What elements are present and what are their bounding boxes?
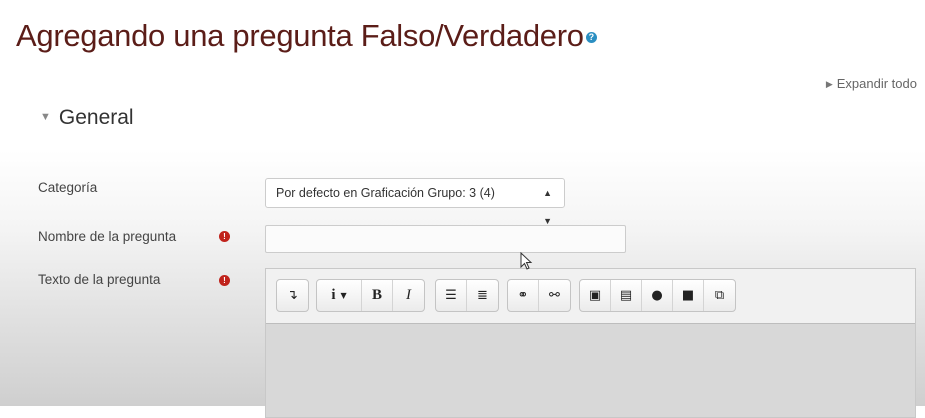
question-name-input[interactable] (265, 225, 626, 253)
required-icon: ! (219, 231, 230, 242)
image-icon[interactable]: ▣ (580, 280, 611, 311)
required-icon: ! (219, 275, 230, 286)
mouse-pointer-icon (520, 252, 533, 270)
media-icon[interactable]: ▤ (611, 280, 642, 311)
manage-files-icon[interactable]: ⧉ (704, 280, 735, 311)
category-label: Categoría (38, 180, 98, 195)
section-header-general[interactable]: ▼ General (40, 106, 134, 130)
help-icon[interactable]: ? (585, 32, 597, 44)
chevron-down-icon: ▼ (40, 111, 51, 123)
italic-icon[interactable]: I (393, 280, 424, 311)
question-text-label: Texto de la pregunta (38, 272, 161, 287)
info-dropdown-icon[interactable]: i ▼ (317, 280, 362, 311)
expand-all-link[interactable]: ▶ Expandir todo (826, 76, 917, 91)
category-selected-value: Por defecto en Graficación Grupo: 3 (4) (276, 186, 495, 200)
toolbar-group-collapse: ↴ (276, 279, 309, 312)
link-icon[interactable]: ⚭ (508, 280, 539, 311)
bold-icon[interactable]: B (362, 280, 393, 311)
collapse-icon[interactable]: ↴ (277, 280, 308, 311)
toolbar-group-links: ⚭ ⚯ (507, 279, 571, 312)
toolbar-group-lists: ☰ ≣ (435, 279, 499, 312)
page-title: Agregando una pregunta Falso/Verdadero? (16, 18, 597, 54)
question-text-editor[interactable]: ↴ i ▼ B I ☰ ≣ ⚭ ⚯ ▣ ▤ ● ■ ⧉ (265, 268, 916, 418)
category-select[interactable]: Por defecto en Graficación Grupo: 3 (4) ▲… (265, 178, 565, 226)
triangle-right-icon: ▶ (825, 79, 833, 89)
ordered-list-icon[interactable]: ≣ (467, 280, 498, 311)
unlink-icon[interactable]: ⚯ (539, 280, 570, 311)
editor-toolbar: ↴ i ▼ B I ☰ ≣ ⚭ ⚯ ▣ ▤ ● ■ ⧉ (266, 269, 915, 324)
toolbar-group-media: ▣ ▤ ● ■ ⧉ (579, 279, 736, 312)
section-title: General (58, 106, 134, 129)
expand-all-label: Expandir todo (836, 76, 917, 91)
record-audio-icon[interactable]: ● (642, 280, 673, 311)
editor-content-area[interactable] (266, 324, 915, 417)
unordered-list-icon[interactable]: ☰ (436, 280, 467, 311)
page-title-text: Agregando una pregunta Falso/Verdadero (16, 18, 584, 53)
question-name-label: Nombre de la pregunta (38, 229, 177, 244)
record-video-icon[interactable]: ■ (673, 280, 704, 311)
toolbar-group-style: i ▼ B I (316, 279, 425, 312)
